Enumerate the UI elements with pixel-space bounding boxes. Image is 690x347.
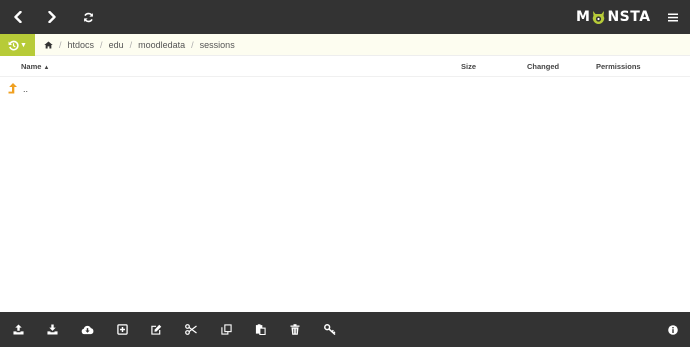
bottom-toolbar xyxy=(0,312,690,347)
top-navigation-bar: M NSTA xyxy=(0,0,690,34)
parent-directory-label: .. xyxy=(23,84,29,94)
breadcrumb-separator: / xyxy=(191,40,194,50)
chevron-right-icon xyxy=(48,11,56,23)
upload-icon xyxy=(12,324,24,335)
chevron-left-icon xyxy=(14,11,22,23)
breadcrumb-item-sessions[interactable]: sessions xyxy=(200,40,235,50)
delete-button[interactable] xyxy=(283,312,307,347)
fetch-from-url-button[interactable] xyxy=(75,312,99,347)
monsta-o-logo-icon xyxy=(593,11,605,24)
breadcrumb: / htdocs / edu / moodledata / sessions xyxy=(44,34,235,56)
history-icon xyxy=(8,40,19,50)
breadcrumb-item-htdocs[interactable]: htdocs xyxy=(68,40,95,50)
breadcrumb-separator: / xyxy=(59,40,62,50)
download-icon xyxy=(46,324,58,335)
refresh-button[interactable] xyxy=(71,0,105,34)
name-column-label: Name xyxy=(21,62,42,71)
changed-column-header[interactable]: Changed xyxy=(527,56,559,77)
size-column-header[interactable]: Size xyxy=(461,56,476,77)
paste-button[interactable] xyxy=(248,312,272,347)
name-column-header[interactable]: Name ▲ xyxy=(21,56,49,77)
cut-button[interactable] xyxy=(179,312,203,347)
paste-icon xyxy=(255,324,266,335)
history-dropdown-button[interactable]: ▼ xyxy=(0,34,35,56)
copy-button[interactable] xyxy=(214,312,238,347)
breadcrumb-bar: ▼ / htdocs / edu / moodledata / sessions xyxy=(0,34,690,56)
brand-text-end: NSTA xyxy=(607,9,651,25)
parent-directory-row[interactable]: .. xyxy=(0,78,690,100)
up-level-icon xyxy=(8,83,17,94)
breadcrumb-item-edu[interactable]: edu xyxy=(109,40,124,50)
new-item-button[interactable] xyxy=(110,312,134,347)
upload-button[interactable] xyxy=(6,312,30,347)
breadcrumb-separator: / xyxy=(100,40,103,50)
delete-icon xyxy=(290,324,300,335)
key-icon xyxy=(324,324,336,335)
monsta-logo: M NSTA xyxy=(576,7,651,27)
sort-ascending-icon: ▲ xyxy=(43,65,50,71)
home-icon[interactable] xyxy=(44,41,53,49)
cloud-download-icon xyxy=(81,325,93,334)
info-button[interactable] xyxy=(661,312,685,347)
breadcrumb-item-moodledata[interactable]: moodledata xyxy=(138,40,185,50)
back-button[interactable] xyxy=(1,0,35,34)
main-menu-button[interactable] xyxy=(660,0,686,34)
permissions-button[interactable] xyxy=(318,312,342,347)
refresh-icon xyxy=(83,12,93,22)
edit-icon xyxy=(150,324,161,335)
breadcrumb-separator: / xyxy=(129,40,133,50)
new-item-icon xyxy=(116,324,128,335)
hamburger-menu-icon xyxy=(668,13,678,21)
info-icon xyxy=(668,324,678,335)
edit-button[interactable] xyxy=(144,312,168,347)
download-button[interactable] xyxy=(40,312,64,347)
forward-button[interactable] xyxy=(35,0,69,34)
copy-icon xyxy=(220,324,232,335)
cut-icon xyxy=(185,324,197,335)
permissions-column-header[interactable]: Permissions xyxy=(596,56,641,77)
file-list-header: Name ▲ Size Changed Permissions xyxy=(0,56,690,77)
brand-text-start: M xyxy=(576,9,591,25)
chevron-down-icon: ▼ xyxy=(20,41,27,49)
